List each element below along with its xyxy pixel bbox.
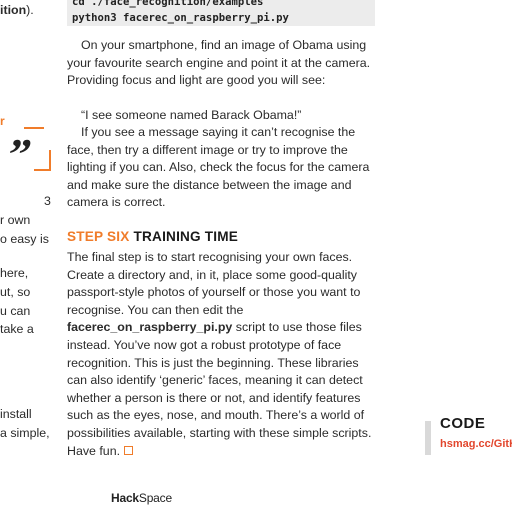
left-line-1: ition). xyxy=(0,1,34,20)
left-line-1-bold: ition xyxy=(0,3,27,17)
left-line-3: r own xyxy=(0,213,31,227)
left-line-4: o easy is xyxy=(0,232,49,246)
section-heading: STEP SIX TRAINING TIME xyxy=(67,229,238,244)
left-line-1-rest: ). xyxy=(26,3,34,17)
article-paragraph-4-part-a: The final step is to start recognising y… xyxy=(67,250,361,317)
article-paragraph-3-text: If you see a message saying it can’t rec… xyxy=(67,125,370,210)
left-line-5: here, xyxy=(0,266,29,280)
article-paragraph-2: “I see someone named Barack Obama!” xyxy=(67,107,379,125)
article-paragraph-4: The final step is to start recognising y… xyxy=(67,249,379,460)
article-paragraph-1: On your smartphone, find an image of Oba… xyxy=(67,37,379,90)
left-line-10: a simple, xyxy=(0,426,50,440)
section-heading-step: STEP SIX xyxy=(67,229,130,244)
footer-brand-bold: Hack xyxy=(111,491,139,505)
magazine-footer-logo: HackSpace xyxy=(111,491,172,505)
code-line-2: python3 facerec_on_raspberry_pi.py xyxy=(72,12,289,24)
left-line-6: ut, so xyxy=(0,285,31,299)
pullquote-orange-fragment: r xyxy=(0,114,5,128)
left-line-2: 3 xyxy=(44,194,51,208)
left-line-7: u can xyxy=(0,304,31,318)
left-line-9: install xyxy=(0,407,32,421)
article-paragraph-2-text: “I see someone named Barack Obama!” xyxy=(81,108,302,122)
code-sidebar-bar xyxy=(425,421,431,455)
pullquote-top-rule xyxy=(24,127,44,129)
section-heading-title: TRAINING TIME xyxy=(133,229,239,244)
article-paragraph-4-text: The final step is to start recognising y… xyxy=(67,249,379,460)
closing-quote-icon: ” xyxy=(2,130,36,179)
code-sidebar-link[interactable]: hsmag.cc/GitHu xyxy=(440,438,512,450)
left-line-8: take a xyxy=(0,322,34,336)
script-filename: facerec_on_raspberry_pi.py xyxy=(67,320,233,335)
article-paragraph-3: If you see a message saying it can’t rec… xyxy=(67,124,379,212)
code-line-1: cd ./face_recognition/examples xyxy=(72,0,264,8)
pullquote-bottom-rule xyxy=(34,169,51,171)
code-sidebar-title: CODE xyxy=(440,415,486,432)
article-paragraph-4-part-b: script to use those files instead. You’v… xyxy=(67,320,372,458)
article-paragraph-1-text: On your smartphone, find an image of Oba… xyxy=(67,38,371,88)
end-mark-icon xyxy=(124,445,134,455)
footer-brand-rest: Space xyxy=(138,491,172,505)
pullquote-side-rule xyxy=(49,150,51,170)
